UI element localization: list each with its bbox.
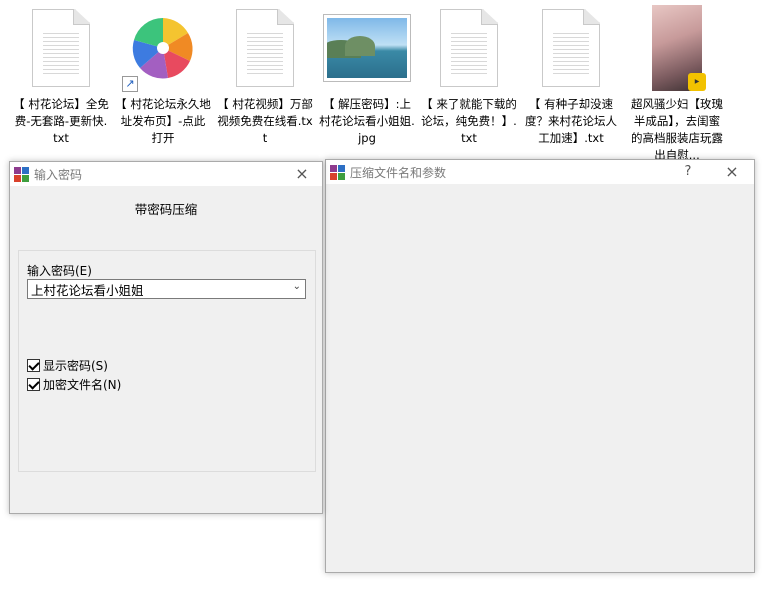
close-icon[interactable]: ×	[718, 162, 746, 182]
text-file-icon	[16, 4, 106, 92]
file-item[interactable]: 【 村花论坛】全免费-无套路-更新快.txt	[12, 4, 110, 147]
checkbox-box[interactable]	[27, 378, 40, 391]
file-item[interactable]: 【 来了就能下载的论坛，纯免费！】.txt	[420, 4, 518, 147]
dialog-heading: 带密码压缩	[134, 202, 198, 217]
winrar-icon	[14, 166, 29, 182]
image-file-icon	[322, 4, 412, 92]
winrar-icon	[330, 164, 345, 180]
show-password-checkbox[interactable]: 显示密码(S)	[27, 357, 108, 374]
text-file-icon	[220, 4, 310, 92]
window-title: 输入密码	[34, 167, 83, 182]
file-label: 【 村花论坛】全免费-无套路-更新快.txt	[13, 97, 109, 145]
checkbox-box[interactable]	[27, 359, 40, 372]
file-item[interactable]: 【 解压密码】:上村花论坛看小姐姐.jpg	[318, 4, 416, 147]
file-item[interactable]: ↗ 【 村花论坛永久地址发布页】-点此打开	[114, 4, 212, 147]
pinwheel-icon: ↗	[118, 4, 208, 92]
file-label: 超风骚少妇【玫瑰半成品】，去闺蜜的高档服装店玩露出自慰...	[631, 97, 723, 162]
text-file-icon	[526, 4, 616, 92]
file-label: 【 解压密码】:上村花论坛看小姐姐.jpg	[319, 97, 415, 145]
file-label: 【 村花论坛永久地址发布页】-点此打开	[115, 97, 211, 145]
password-dialog: 输入密码 × 带密码压缩 输入密码(E) 上村花论坛看小姐姐 ⌄ 显示密码(S)…	[9, 161, 323, 514]
password-label: 输入密码(E)	[27, 264, 92, 278]
shortcut-arrow-icon: ↗	[122, 76, 138, 92]
archive-titlebar: 压缩文件名和参数 ? ×	[326, 160, 754, 184]
encrypt-filenames-checkbox[interactable]: 加密文件名(N)	[27, 376, 121, 393]
show-password-label: 显示密码(S)	[43, 359, 108, 373]
help-icon[interactable]: ?	[674, 162, 702, 182]
password-value: 上村花论坛看小姐姐	[31, 282, 144, 298]
password-combobox[interactable]: 上村花论坛看小姐姐 ⌄	[27, 279, 306, 299]
file-label: 【 来了就能下载的论坛，纯免费！】.txt	[421, 97, 517, 145]
file-item[interactable]: 【 有种子却没速度？来村花论坛人工加速】.txt	[522, 4, 620, 147]
archive-params-window: 压缩文件名和参数 ? ×	[325, 159, 755, 573]
window-title: 压缩文件名和参数	[350, 165, 447, 180]
file-item[interactable]: ▶ 超风骚少妇【玫瑰半成品】，去闺蜜的高档服装店玩露出自慰...	[628, 4, 726, 164]
video-thumbnail-icon: ▶	[632, 4, 722, 92]
file-label: 【 村花视频】万部视频免费在线看.txt	[217, 97, 313, 145]
file-item[interactable]: 【 村花视频】万部视频免费在线看.txt	[216, 4, 314, 147]
encrypt-filenames-label: 加密文件名(N)	[43, 378, 122, 392]
file-label: 【 有种子却没速度？来村花论坛人工加速】.txt	[525, 97, 617, 145]
password-titlebar: 输入密码 ×	[10, 162, 322, 186]
text-file-icon	[424, 4, 514, 92]
chevron-down-icon[interactable]: ⌄	[293, 281, 301, 292]
close-icon[interactable]: ×	[288, 164, 316, 184]
